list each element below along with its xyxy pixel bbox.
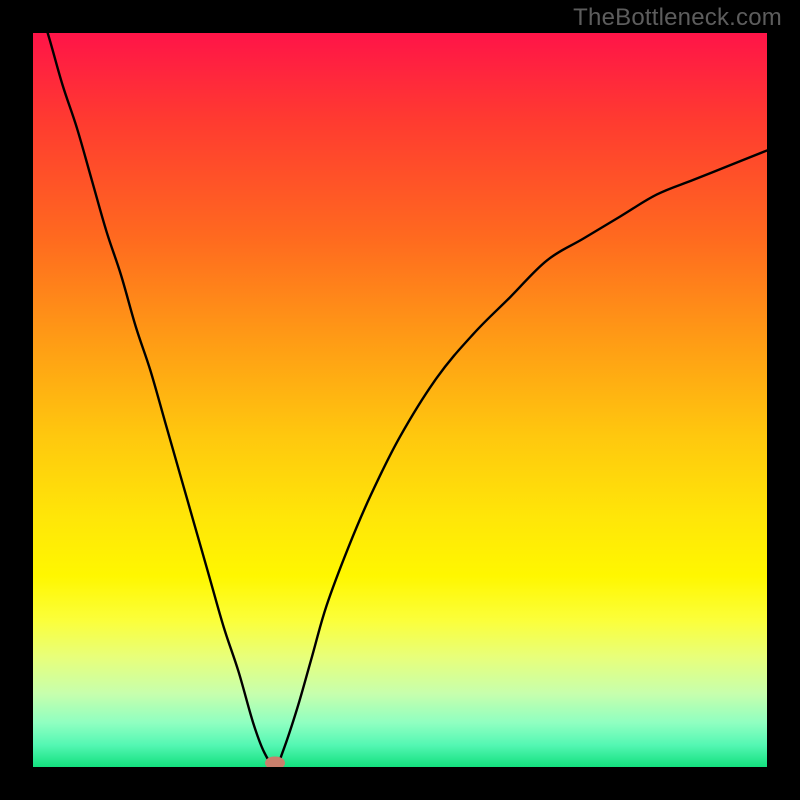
- bottleneck-curve: [33, 33, 767, 767]
- plot-area: [33, 33, 767, 767]
- curve-minimum-marker: [265, 757, 285, 768]
- watermark-text: TheBottleneck.com: [573, 4, 782, 32]
- chart-canvas: TheBottleneck.com: [0, 0, 800, 800]
- curve-svg: [33, 33, 767, 767]
